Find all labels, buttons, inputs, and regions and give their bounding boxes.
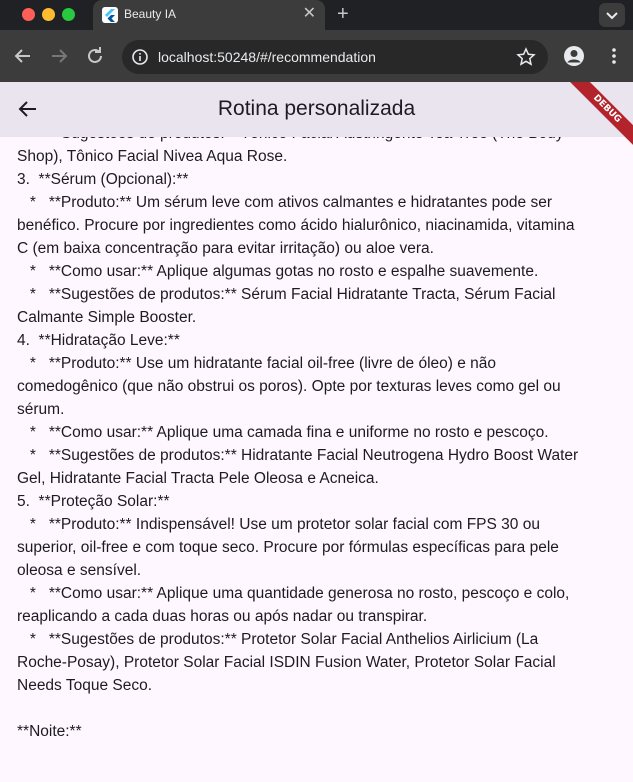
- url-text[interactable]: localhost:50248/#/recommendation: [158, 49, 376, 65]
- recommendation-text: * **Sugestões de produtos:** Tônico Faci…: [17, 137, 622, 743]
- arrow-right-icon[interactable]: [48, 45, 70, 67]
- chevron-down-icon: [606, 12, 618, 20]
- app-bar: Rotina personalizada: [0, 82, 633, 137]
- text-line: * **Produto:** Use um hidratante facial …: [17, 355, 497, 372]
- text-line: * **Sugestões de produtos:** Tônico Faci…: [17, 137, 622, 145]
- plus-icon[interactable]: +: [337, 3, 349, 25]
- more-vertical-icon[interactable]: [603, 45, 625, 67]
- text-line: 3. **Sérum (Opcional):**: [17, 171, 189, 188]
- arrow-left-icon[interactable]: [12, 45, 34, 67]
- close-window-button[interactable]: [22, 8, 35, 21]
- reload-icon[interactable]: [84, 45, 106, 67]
- fullscreen-window-button[interactable]: [62, 8, 75, 21]
- text-line: superior, oil-free e com toque seco. Pro…: [17, 539, 559, 556]
- text-line: comedogênico (que não obstrui os poros).…: [17, 378, 561, 395]
- tab-title: Beauty IA: [124, 7, 177, 21]
- browser-toolbar: localhost:50248/#/recommendation: [0, 30, 633, 82]
- text-line: 5. **Proteção Solar:**: [17, 493, 170, 510]
- text-line: Needs Toque Seco.: [17, 677, 153, 694]
- recommendation-scroll-area[interactable]: * **Sugestões de produtos:** Tônico Faci…: [0, 137, 633, 782]
- text-line: Shop), Tônico Facial Nivea Aqua Rose.: [17, 148, 288, 165]
- text-line: * **Produto:** Um sérum leve com ativos …: [17, 194, 552, 211]
- text-line: Gel, Hidratante Facial Tracta Pele Oleos…: [17, 470, 379, 487]
- text-line: [17, 697, 622, 720]
- browser-tab[interactable]: Beauty IA ✕: [93, 0, 325, 30]
- app-viewport: Rotina personalizada DEBUG * **Sugestões…: [0, 82, 633, 782]
- star-icon[interactable]: [516, 47, 536, 67]
- text-line: * **Produto:** Indispensável! Use um pro…: [17, 516, 540, 533]
- text-line: * **Como usar:** Aplique uma camada fina…: [17, 424, 549, 441]
- info-icon[interactable]: [131, 48, 149, 66]
- text-line: Calmante Simple Booster.: [17, 309, 197, 326]
- address-bar[interactable]: localhost:50248/#/recommendation: [122, 40, 548, 74]
- text-line: oleosa e sensível.: [17, 562, 142, 579]
- text-line: * **Sugestões de produtos:** Hidratante …: [17, 447, 579, 464]
- browser-tab-strip: Beauty IA ✕ +: [0, 0, 633, 30]
- text-line: **Noite:**: [17, 723, 82, 740]
- close-icon[interactable]: ✕: [303, 5, 316, 23]
- text-line: benéfico. Procure por ingredientes como …: [17, 217, 575, 234]
- text-line: C (em baixa concentração para evitar irr…: [17, 240, 434, 257]
- text-line: * **Sugestões de produtos:** Protetor So…: [17, 631, 539, 648]
- text-line: * **Sugestões de produtos:** Sérum Facia…: [17, 286, 556, 303]
- text-line: 4. **Hidratação Leve:**: [17, 332, 180, 349]
- flutter-icon: [102, 7, 118, 23]
- text-line: * **Como usar:** Aplique uma quantidade …: [17, 585, 570, 602]
- text-line: Roche-Posay), Protetor Solar Facial ISDI…: [17, 654, 556, 671]
- text-line: sérum.: [17, 401, 65, 418]
- person-icon[interactable]: [563, 45, 585, 67]
- text-line: * **Como usar:** Aplique algumas gotas n…: [17, 263, 539, 280]
- tab-list-button[interactable]: [599, 3, 625, 27]
- minimize-window-button[interactable]: [42, 8, 55, 21]
- page-title: Rotina personalizada: [217, 97, 416, 120]
- text-line: reaplicando a cada duas horas ou após na…: [17, 608, 428, 625]
